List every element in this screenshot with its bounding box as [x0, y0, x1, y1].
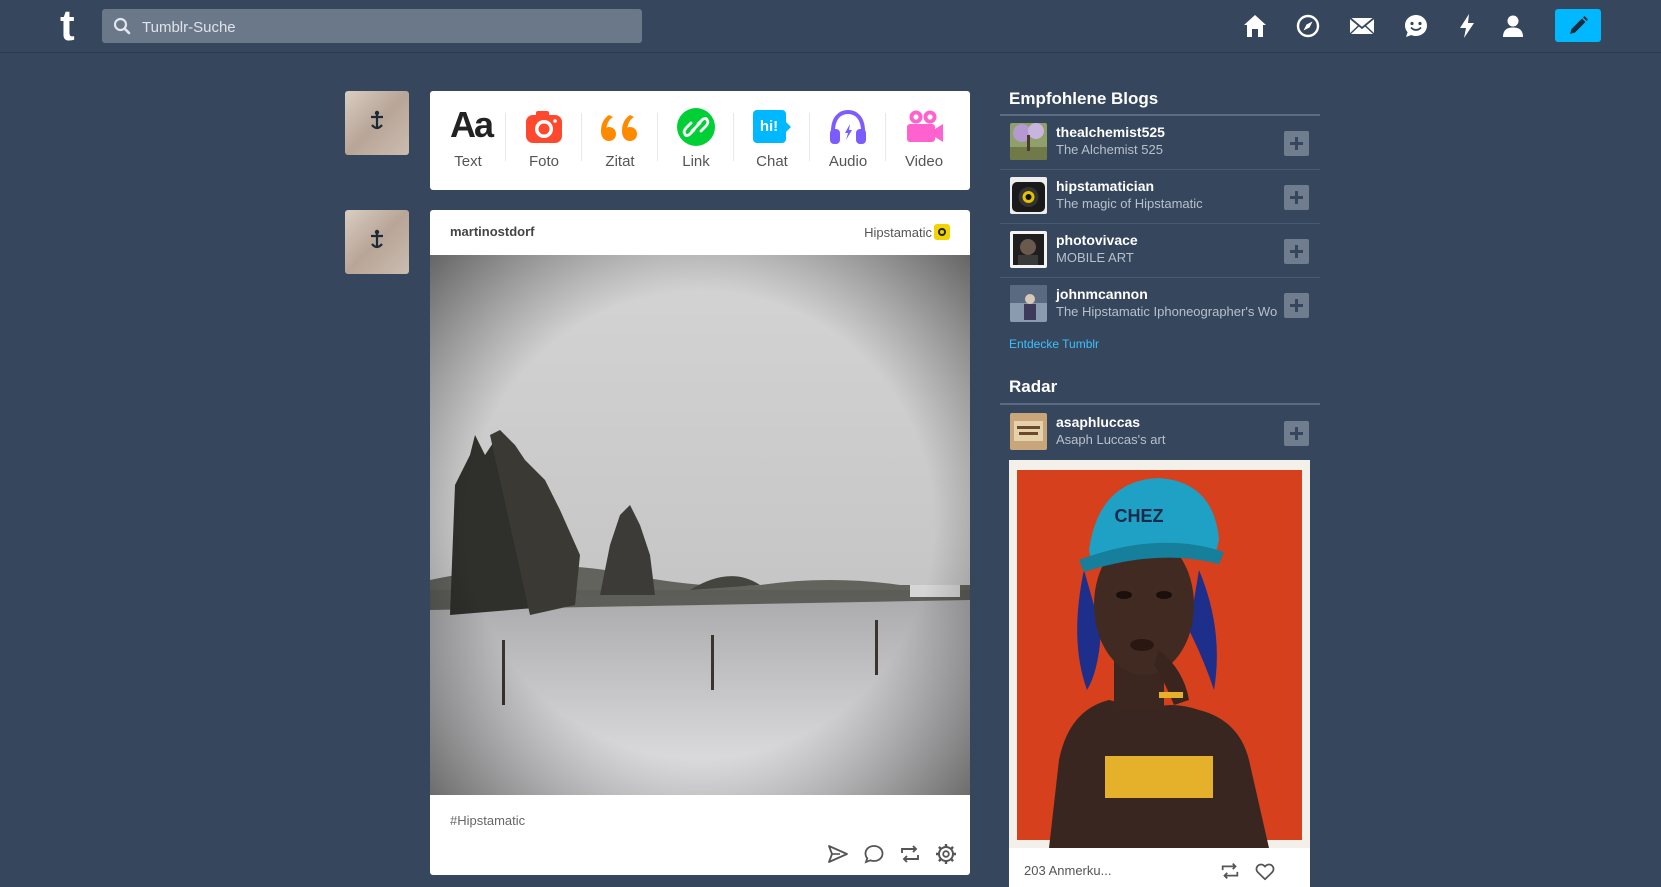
blog-avatar[interactable] [1010, 413, 1047, 450]
explore-tumblr-link[interactable]: Entdecke Tumblr [1009, 337, 1099, 351]
explore-icon[interactable] [1295, 13, 1321, 39]
plus-icon [1290, 427, 1303, 440]
home-icon[interactable] [1242, 13, 1268, 39]
post-type-label: Chat [756, 153, 788, 170]
blog-description: The Alchemist 525 [1056, 142, 1163, 157]
radar-blog-item[interactable]: asaphluccas Asaph Luccas's art [1000, 406, 1320, 460]
plus-icon [1290, 191, 1303, 204]
post-type-quote[interactable]: Zitat [582, 91, 658, 190]
follow-button[interactable] [1284, 239, 1309, 264]
blog-avatar[interactable] [1010, 177, 1047, 214]
reblog-icon[interactable] [1219, 860, 1241, 882]
user-avatar[interactable] [345, 91, 409, 155]
link-icon [677, 108, 715, 146]
post-type-label: Text [454, 153, 482, 170]
text-icon: Aa [450, 104, 494, 145]
reblog-icon[interactable] [898, 842, 922, 866]
radar-post: CHEZ 203 Anmerku... [1009, 460, 1310, 887]
blog-avatar[interactable] [1010, 231, 1047, 268]
post-photo[interactable] [430, 255, 970, 795]
search-icon [113, 17, 131, 35]
plus-icon [1290, 137, 1303, 150]
follow-button[interactable] [1284, 293, 1309, 318]
account-icon[interactable] [1500, 13, 1526, 39]
blog-description: MOBILE ART [1056, 250, 1134, 265]
post-type-label: Foto [528, 153, 559, 170]
tumblr-logo[interactable]: t [60, 4, 90, 48]
avatar-figure-icon [371, 229, 383, 249]
follow-button[interactable] [1284, 185, 1309, 210]
plus-icon [1290, 245, 1303, 258]
post-tag[interactable]: #Hipstamatic [450, 813, 525, 828]
photo-post: martinostdorf Hipstamatic #Hipstamatic [430, 210, 970, 875]
post-type-chat[interactable]: hi! Chat [734, 91, 810, 190]
radar-title: Radar [1009, 377, 1058, 396]
post-type-bar: Aa Text Foto Zitat Link hi! Chat Audio V… [430, 91, 970, 190]
post-type-label: Video [904, 153, 944, 170]
cap-text: CHEZ [1115, 506, 1164, 526]
like-icon[interactable] [1254, 860, 1276, 882]
blog-description: Asaph Luccas's art [1056, 432, 1166, 447]
post-type-text[interactable]: Aa Text [430, 91, 506, 190]
divider [1000, 403, 1320, 405]
activity-icon[interactable] [1454, 13, 1480, 39]
blog-name[interactable]: asaphluccas [1056, 414, 1140, 430]
blog-name[interactable]: johnmcannon [1056, 286, 1148, 302]
post-type-link[interactable]: Link [658, 91, 734, 190]
svg-text:hi!: hi! [760, 118, 778, 135]
follow-button[interactable] [1284, 421, 1309, 446]
blog-avatar[interactable] [1010, 285, 1047, 322]
hipstamatic-icon[interactable] [934, 224, 950, 240]
recommended-blogs-title: Empfohlene Blogs [1009, 89, 1159, 108]
post-type-label: Link [682, 153, 710, 170]
camera-icon [526, 111, 562, 143]
recommended-blog-item[interactable]: photovivace MOBILE ART [1000, 224, 1320, 278]
headphones-icon [830, 109, 866, 144]
blog-avatar[interactable] [1010, 123, 1047, 160]
post-type-photo[interactable]: Foto [506, 91, 582, 190]
post-source-label[interactable]: Hipstamatic [864, 225, 932, 240]
radar-artwork[interactable]: CHEZ [1009, 460, 1310, 848]
blog-name[interactable]: hipstamatician [1056, 178, 1154, 194]
search-input[interactable] [140, 9, 634, 45]
recommended-blog-item[interactable]: thealchemist525 The Alchemist 525 [1000, 116, 1320, 170]
pencil-icon [1570, 16, 1588, 34]
blog-description: The magic of Hipstamatic [1056, 196, 1203, 211]
post-author-avatar[interactable] [345, 210, 409, 274]
avatar-figure-icon [371, 110, 383, 130]
post-type-audio[interactable]: Audio [810, 91, 886, 190]
post-author-name[interactable]: martinostdorf [450, 224, 535, 239]
settings-icon[interactable] [934, 842, 958, 866]
post-type-label: Audio [828, 153, 868, 170]
reply-icon[interactable] [862, 842, 886, 866]
top-header: t [0, 0, 1661, 53]
search-box[interactable] [102, 9, 642, 45]
recommended-blog-item[interactable]: hipstamatician The magic of Hipstamatic [1000, 170, 1320, 224]
blog-name[interactable]: thealchemist525 [1056, 124, 1165, 140]
plus-icon [1290, 299, 1303, 312]
compose-button[interactable] [1555, 9, 1601, 42]
blog-name[interactable]: photovivace [1056, 232, 1138, 248]
post-type-video[interactable]: Video [886, 91, 962, 190]
follow-button[interactable] [1284, 131, 1309, 156]
chat-icon: hi! [753, 110, 791, 143]
share-icon[interactable] [826, 842, 850, 866]
recommended-blog-item[interactable]: johnmcannon The Hipstamatic Iphoneograph… [1000, 278, 1320, 332]
messaging-icon[interactable] [1403, 13, 1429, 39]
post-type-label: Zitat [605, 153, 635, 170]
blog-description: The Hipstamatic Iphoneographer's Wo [1056, 304, 1278, 319]
quote-icon [601, 115, 637, 141]
notes-count[interactable]: 203 Anmerku... [1024, 863, 1111, 878]
inbox-icon[interactable] [1349, 13, 1375, 39]
video-camera-icon [907, 110, 943, 142]
